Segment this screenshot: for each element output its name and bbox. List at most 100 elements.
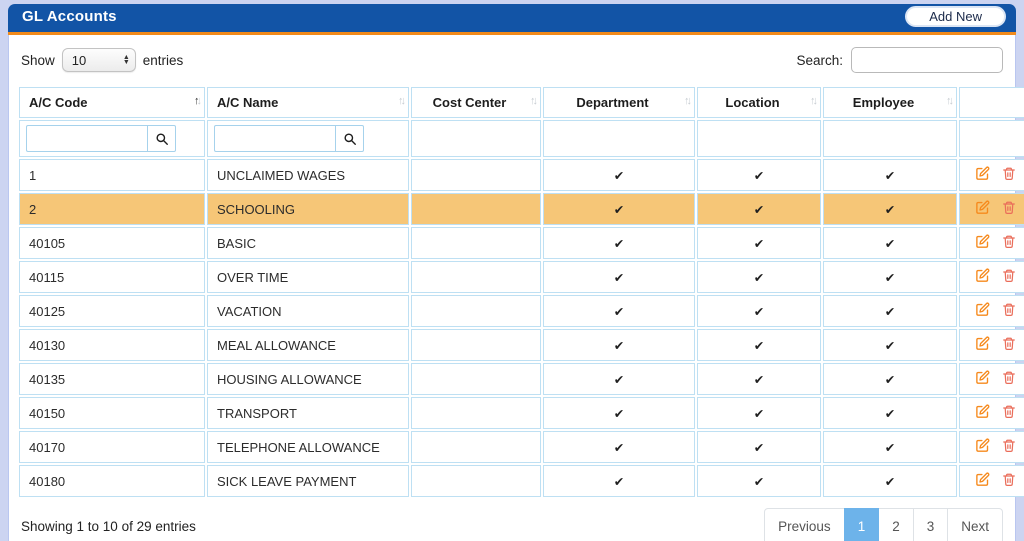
edit-button[interactable] — [969, 166, 996, 184]
table-row[interactable]: 40170 TELEPHONE ALLOWANCE ✔ ✔ ✔ — [19, 431, 1024, 463]
table-row[interactable]: 40135 HOUSING ALLOWANCE ✔ ✔ ✔ — [19, 363, 1024, 395]
title-bar: GL Accounts Add New — [8, 4, 1016, 35]
delete-button[interactable] — [996, 268, 1022, 286]
check-icon: ✔ — [884, 202, 896, 217]
filter-input[interactable] — [26, 125, 147, 152]
table-row[interactable]: 1 UNCLAIMED WAGES ✔ ✔ ✔ — [19, 159, 1024, 191]
search-input[interactable] — [851, 47, 1003, 73]
page-button-2[interactable]: 2 — [878, 508, 914, 541]
edit-icon — [976, 336, 990, 350]
trash-icon — [1003, 303, 1015, 316]
delete-button[interactable] — [996, 234, 1022, 252]
cell-department-flag: ✔ — [543, 465, 695, 497]
edit-icon — [976, 438, 990, 452]
column-filter — [214, 125, 364, 152]
delete-button[interactable] — [996, 404, 1022, 422]
check-icon: ✔ — [613, 406, 625, 421]
pagination: Previous 1 2 3 Next — [764, 508, 1003, 541]
cell-cost-center — [411, 193, 541, 225]
edit-button[interactable] — [969, 234, 996, 252]
table-row[interactable]: 40180 SICK LEAVE PAYMENT ✔ ✔ ✔ — [19, 465, 1024, 497]
sort-icon: ↑↓ — [684, 95, 692, 107]
cell-ac-name: HOUSING ALLOWANCE — [207, 363, 409, 395]
edit-button[interactable] — [969, 472, 996, 490]
page-title: GL Accounts — [22, 8, 117, 25]
cell-actions — [959, 431, 1024, 463]
cell-cost-center — [411, 465, 541, 497]
edit-button[interactable] — [969, 370, 996, 388]
delete-button[interactable] — [996, 302, 1022, 320]
cell-ac-name: TELEPHONE ALLOWANCE — [207, 431, 409, 463]
cell-ac-code: 40170 — [19, 431, 205, 463]
delete-button[interactable] — [996, 336, 1022, 354]
check-icon: ✔ — [613, 338, 625, 353]
edit-icon — [976, 302, 990, 316]
column-label: Location — [725, 95, 780, 110]
delete-button[interactable] — [996, 166, 1022, 184]
search-icon — [343, 132, 356, 145]
page-length-select[interactable]: 10 ▲ ▼ — [61, 48, 136, 72]
column-header-employee[interactable]: Employee ↑↓ — [823, 87, 957, 118]
trash-icon — [1003, 235, 1015, 248]
cell-ac-code: 2 — [19, 193, 205, 225]
check-icon: ✔ — [613, 168, 625, 183]
add-new-button[interactable]: Add New — [905, 6, 1006, 27]
table-row[interactable]: 2 SCHOOLING ✔ ✔ ✔ — [19, 193, 1024, 225]
delete-button[interactable] — [996, 370, 1022, 388]
filter-cell — [959, 120, 1024, 157]
filter-input[interactable] — [214, 125, 335, 152]
edit-icon — [976, 234, 990, 248]
page-button-3[interactable]: 3 — [912, 508, 949, 541]
cell-employee-flag: ✔ — [823, 193, 957, 225]
cell-ac-name: BASIC — [207, 227, 409, 259]
check-icon: ✔ — [613, 474, 625, 489]
filter-search-button[interactable] — [335, 125, 364, 152]
trash-icon — [1003, 269, 1015, 282]
cell-ac-code: 40135 — [19, 363, 205, 395]
column-header-a-c-code[interactable]: A/C Code ↑↓ — [19, 87, 205, 118]
sort-down-arrow: ↓ — [196, 95, 202, 107]
check-icon: ✔ — [884, 236, 896, 251]
column-label: A/C Code — [29, 95, 88, 110]
sort-icon: ↑↓ — [194, 95, 202, 107]
table-row[interactable]: 40150 TRANSPORT ✔ ✔ ✔ — [19, 397, 1024, 429]
edit-button[interactable] — [969, 302, 996, 320]
cell-location-flag: ✔ — [697, 261, 821, 293]
check-icon: ✔ — [753, 406, 765, 421]
edit-button[interactable] — [969, 200, 996, 218]
table-row[interactable]: 40125 VACATION ✔ ✔ ✔ — [19, 295, 1024, 327]
edit-icon — [976, 268, 990, 282]
delete-button[interactable] — [996, 200, 1022, 218]
table-row[interactable]: 40115 OVER TIME ✔ ✔ ✔ — [19, 261, 1024, 293]
column-label: Employee — [852, 95, 915, 110]
cell-ac-name: TRANSPORT — [207, 397, 409, 429]
table-row[interactable]: 40105 BASIC ✔ ✔ ✔ — [19, 227, 1024, 259]
page-button-1[interactable]: 1 — [843, 508, 880, 541]
edit-button[interactable] — [969, 268, 996, 286]
edit-button[interactable] — [969, 336, 996, 354]
column-header-location[interactable]: Location ↑↓ — [697, 87, 821, 118]
filter-search-button[interactable] — [147, 125, 176, 152]
delete-button[interactable] — [996, 472, 1022, 490]
page-button-next[interactable]: Next — [947, 508, 1003, 541]
column-header-department[interactable]: Department ↑↓ — [543, 87, 695, 118]
column-header-a-c-name[interactable]: A/C Name ↑↓ — [207, 87, 409, 118]
cell-location-flag: ✔ — [697, 431, 821, 463]
check-icon: ✔ — [753, 168, 765, 183]
page-button-previous[interactable]: Previous — [764, 508, 845, 541]
check-icon: ✔ — [753, 440, 765, 455]
search-label: Search: — [796, 52, 843, 68]
edit-icon — [976, 472, 990, 486]
column-header-cost-center[interactable]: Cost Center ↑↓ — [411, 87, 541, 118]
trash-icon — [1003, 371, 1015, 384]
cell-actions — [959, 397, 1024, 429]
edit-button[interactable] — [969, 438, 996, 456]
delete-button[interactable] — [996, 438, 1022, 456]
table-row[interactable]: 40130 MEAL ALLOWANCE ✔ ✔ ✔ — [19, 329, 1024, 361]
entries-label: entries — [142, 52, 184, 68]
edit-icon — [976, 404, 990, 418]
filter-cell — [697, 120, 821, 157]
edit-button[interactable] — [969, 404, 996, 422]
cell-cost-center — [411, 159, 541, 191]
trash-icon — [1003, 473, 1015, 486]
